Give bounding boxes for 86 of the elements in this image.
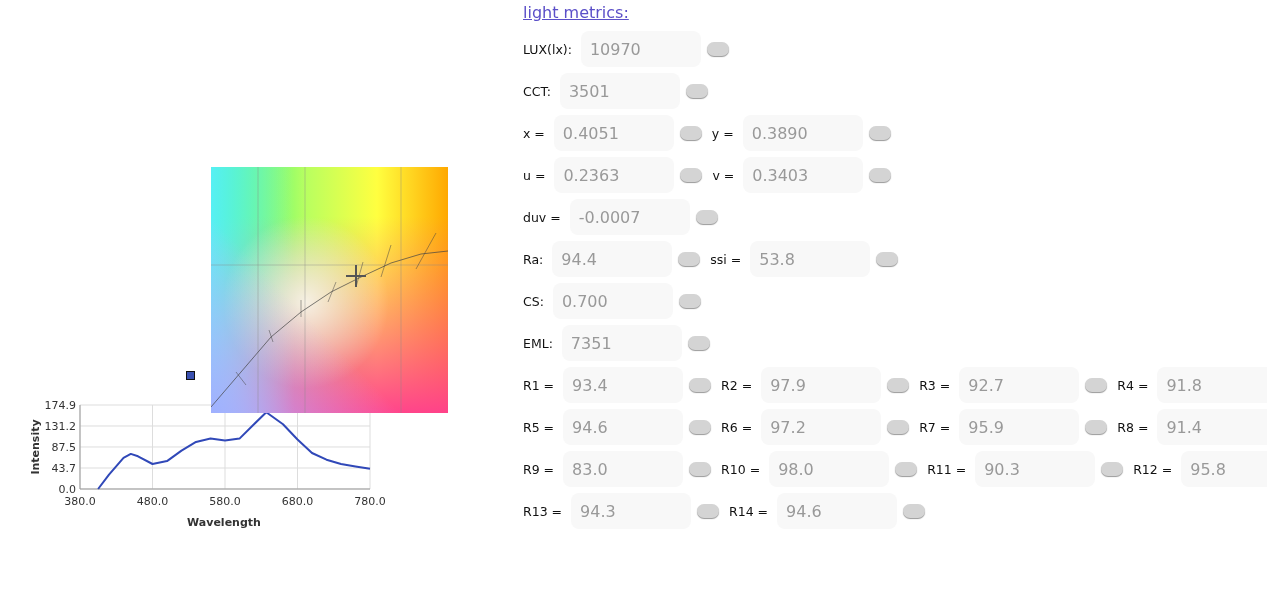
x-tick-label: 380.0 bbox=[64, 495, 96, 508]
metric-label: ssi = bbox=[710, 251, 742, 267]
toggle-button[interactable] bbox=[689, 420, 712, 434]
toggle-button[interactable] bbox=[1101, 462, 1124, 476]
metric-label: R4 = bbox=[1117, 377, 1149, 393]
metric-label: duv = bbox=[523, 209, 561, 225]
toggle-button[interactable] bbox=[887, 378, 910, 392]
metric-field[interactable]: 97.2 bbox=[761, 409, 882, 445]
metric-label: R3 = bbox=[919, 377, 951, 393]
metric-label: x = bbox=[523, 125, 545, 141]
y-tick-label: 87.5 bbox=[51, 441, 76, 454]
metric-field[interactable]: 10970 bbox=[580, 31, 701, 67]
toggle-button[interactable] bbox=[869, 168, 892, 182]
metric-label: R5 = bbox=[523, 419, 555, 435]
y-tick-label: 43.7 bbox=[51, 462, 76, 475]
light-metrics-link[interactable]: light metrics: bbox=[523, 3, 629, 28]
metric-field[interactable]: 0.700 bbox=[552, 283, 673, 319]
metric-field[interactable]: 91.4 bbox=[1157, 409, 1267, 445]
metric-field[interactable]: 95.8 bbox=[1181, 451, 1267, 487]
toggle-button[interactable] bbox=[689, 462, 712, 476]
metric-field[interactable]: 91.8 bbox=[1157, 367, 1267, 403]
toggle-button[interactable] bbox=[678, 252, 701, 266]
metric-label: Ra: bbox=[523, 251, 544, 267]
toggle-button[interactable] bbox=[689, 378, 712, 392]
metric-label: CS: bbox=[523, 293, 544, 309]
metric-label: R12 = bbox=[1133, 461, 1173, 477]
x-tick-label: 680.0 bbox=[281, 495, 314, 508]
metric-label: v = bbox=[712, 167, 735, 183]
metric-field[interactable]: 90.3 bbox=[975, 451, 1096, 487]
metric-field[interactable]: 0.3890 bbox=[742, 115, 863, 151]
metric-label: y = bbox=[711, 125, 734, 141]
metric-field[interactable]: 3501 bbox=[559, 73, 680, 109]
metric-field[interactable]: 94.6 bbox=[563, 409, 684, 445]
x-tick-label: 780.0 bbox=[354, 495, 386, 508]
metric-label: LUX(lx): bbox=[523, 41, 572, 57]
metric-label: R6 = bbox=[721, 419, 753, 435]
toggle-button[interactable] bbox=[697, 504, 720, 518]
metric-field[interactable]: 0.2363 bbox=[554, 157, 675, 193]
toggle-button[interactable] bbox=[876, 252, 899, 266]
y-tick-label: 0.0 bbox=[58, 483, 76, 496]
metric-label: CCT: bbox=[523, 83, 551, 99]
toggle-button[interactable] bbox=[687, 336, 710, 350]
metric-label: R13 = bbox=[523, 503, 563, 519]
toggle-button[interactable] bbox=[678, 294, 701, 308]
metric-field[interactable]: 94.3 bbox=[571, 493, 692, 529]
toggle-button[interactable] bbox=[868, 126, 891, 140]
metric-label: R9 = bbox=[523, 461, 555, 477]
metric-field[interactable]: 97.9 bbox=[761, 367, 882, 403]
y-tick-label: 131.2 bbox=[44, 420, 76, 433]
toggle-button[interactable] bbox=[1085, 378, 1108, 392]
toggle-button[interactable] bbox=[695, 210, 718, 224]
metric-field[interactable]: 94.4 bbox=[552, 241, 673, 277]
x-tick-label: 580.0 bbox=[209, 495, 241, 508]
legend-swatch-icon bbox=[186, 371, 195, 380]
metric-field[interactable]: 94.6 bbox=[777, 493, 898, 529]
y-tick-label: 174.9 bbox=[44, 399, 76, 412]
metric-label: R2 = bbox=[721, 377, 753, 393]
metric-label: R8 = bbox=[1117, 419, 1149, 435]
toggle-button[interactable] bbox=[903, 504, 926, 518]
toggle-button[interactable] bbox=[887, 420, 910, 434]
metric-field[interactable]: -0.0007 bbox=[569, 199, 690, 235]
metric-field[interactable]: 83.0 bbox=[563, 451, 684, 487]
metric-field[interactable]: 92.7 bbox=[959, 367, 1080, 403]
metric-field[interactable]: 93.4 bbox=[563, 367, 684, 403]
toggle-button[interactable] bbox=[1085, 420, 1108, 434]
metric-field[interactable]: 0.4051 bbox=[553, 115, 674, 151]
metric-field[interactable]: 0.3403 bbox=[743, 157, 864, 193]
toggle-button[interactable] bbox=[895, 462, 918, 476]
metric-label: u = bbox=[523, 167, 546, 183]
metric-field[interactable]: 98.0 bbox=[769, 451, 890, 487]
toggle-button[interactable] bbox=[685, 84, 708, 98]
metric-label: R1 = bbox=[523, 377, 555, 393]
metric-field[interactable]: 95.9 bbox=[959, 409, 1080, 445]
toggle-button[interactable] bbox=[706, 42, 729, 56]
metric-field[interactable]: 53.8 bbox=[750, 241, 871, 277]
toggle-button[interactable] bbox=[679, 126, 702, 140]
metric-field[interactable]: 7351 bbox=[561, 325, 682, 361]
metric-label: R10 = bbox=[721, 461, 761, 477]
toggle-button[interactable] bbox=[680, 168, 703, 182]
y-axis-title: Intensity bbox=[29, 419, 42, 475]
x-axis-title: Wavelength bbox=[187, 516, 261, 529]
metric-label: R11 = bbox=[927, 461, 967, 477]
metric-label: EML: bbox=[523, 335, 553, 351]
x-tick-label: 480.0 bbox=[136, 495, 169, 508]
metric-label: R7 = bbox=[919, 419, 951, 435]
metric-label: R14 = bbox=[729, 503, 769, 519]
